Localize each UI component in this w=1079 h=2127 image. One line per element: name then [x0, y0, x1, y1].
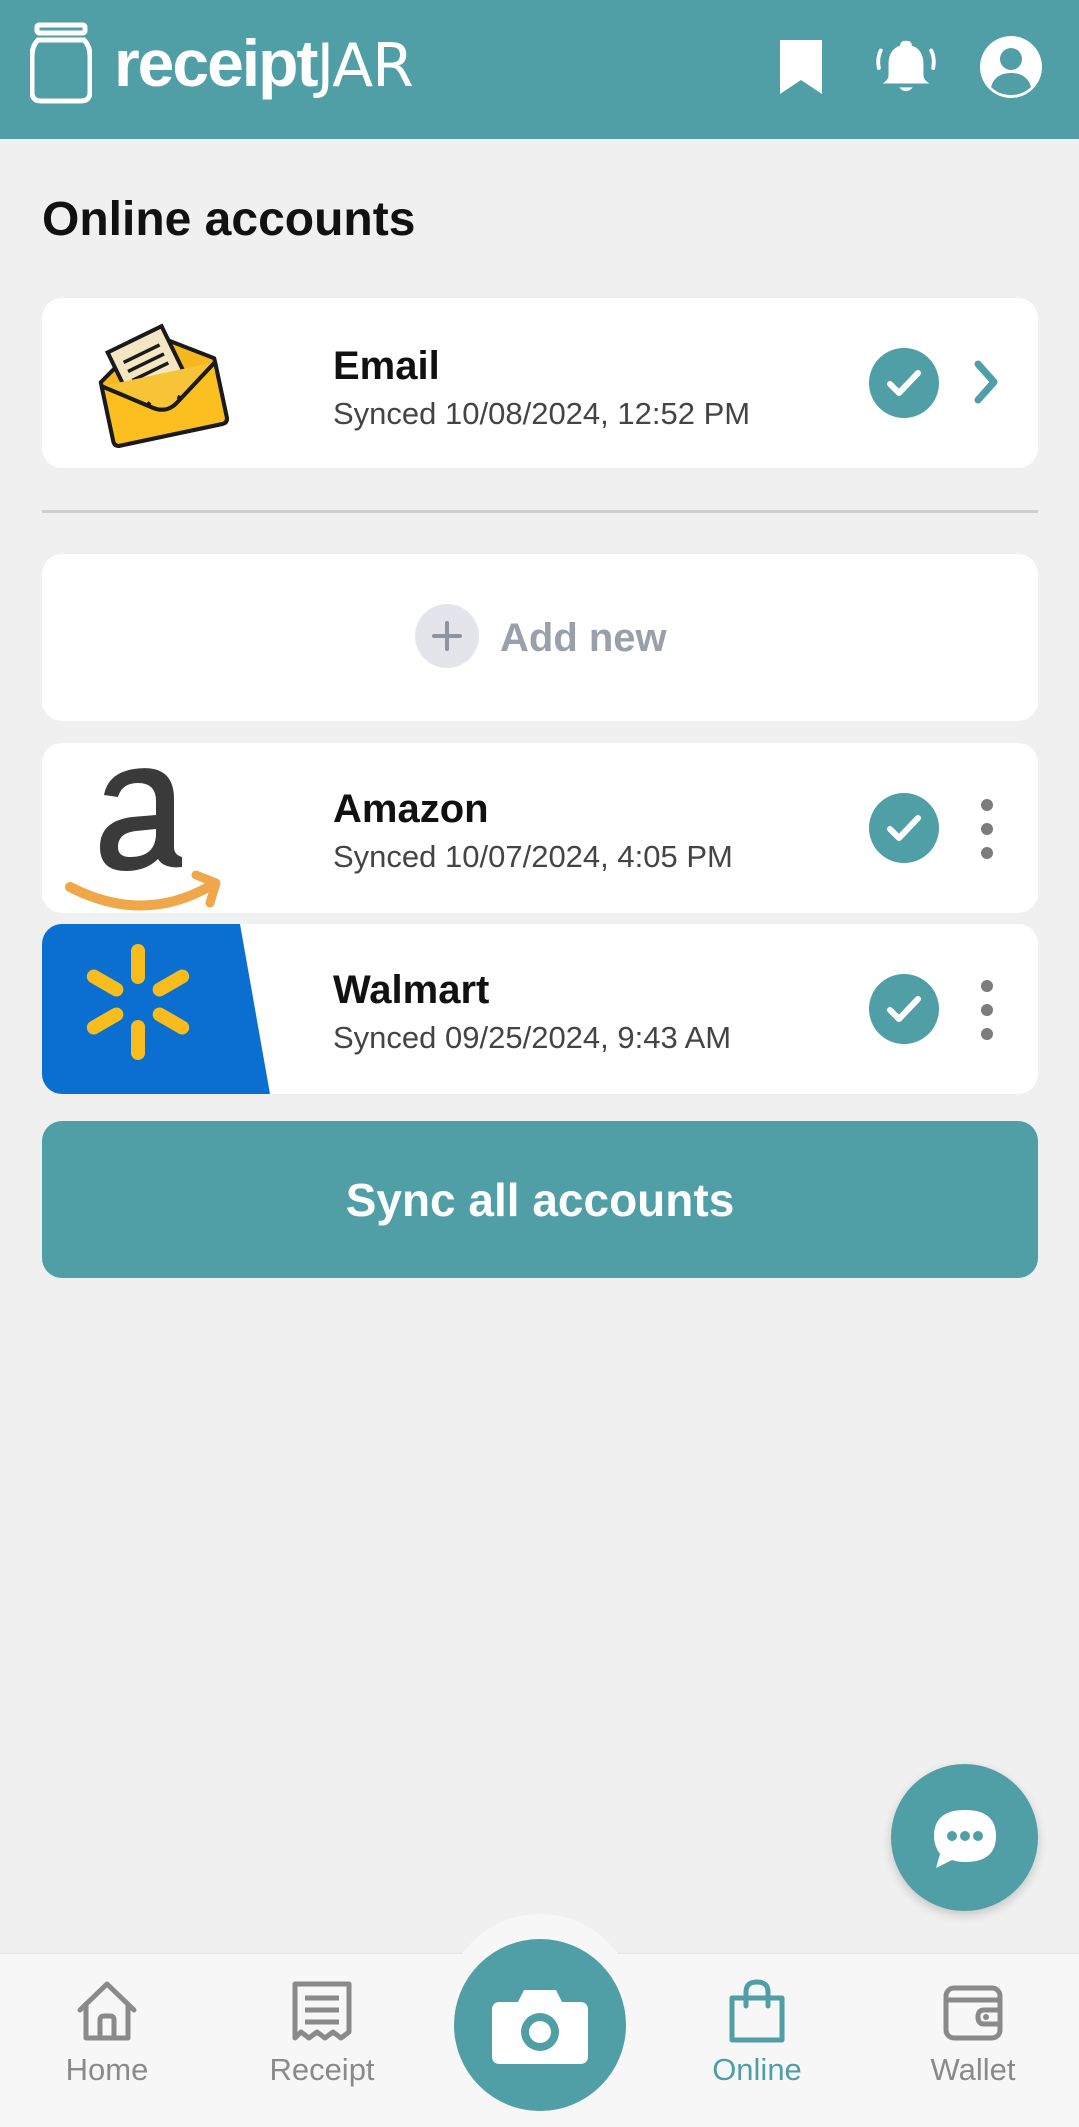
profile-icon[interactable] — [978, 34, 1044, 100]
app-logo[interactable]: receiptJAR — [30, 22, 414, 104]
camera-button[interactable] — [454, 1939, 626, 2111]
walmart-logo — [42, 924, 272, 1094]
account-sync-time: Synced 10/07/2024, 4:05 PM — [333, 839, 733, 874]
account-name: Email — [333, 344, 440, 388]
chevron-right-icon[interactable] — [970, 358, 1002, 411]
add-new-button[interactable]: Add new — [42, 554, 1038, 721]
check-icon — [869, 348, 939, 418]
page-title: Online accounts — [42, 193, 416, 246]
home-icon — [77, 1981, 137, 2041]
app-header: receiptJAR — [0, 0, 1079, 139]
nav-label: Online — [712, 2052, 802, 2087]
receipt-icon — [292, 1981, 352, 2041]
nav-online[interactable]: Online — [667, 1976, 847, 2088]
nav-label: Receipt — [269, 2052, 375, 2087]
email-account-card[interactable]: Email Synced 10/08/2024, 12:52 PM — [42, 298, 1038, 468]
more-options-icon[interactable] — [972, 799, 1002, 859]
account-sync-time: Synced 10/08/2024, 12:52 PM — [333, 396, 751, 431]
more-options-icon[interactable] — [972, 980, 1002, 1040]
logo-wordmark: receiptJAR — [114, 30, 414, 96]
account-card-amazon[interactable]: Amazon Synced 10/07/2024, 4:05 PM — [42, 743, 1038, 913]
nav-label: Wallet — [930, 2052, 1016, 2087]
shopping-bag-icon — [729, 1979, 785, 2043]
camera-icon — [492, 1990, 588, 2064]
nav-receipt[interactable]: Receipt — [232, 1976, 412, 2088]
jar-icon — [30, 22, 92, 104]
check-icon — [869, 974, 939, 1044]
chat-icon — [933, 1809, 996, 1868]
amazon-logo — [64, 743, 234, 913]
account-name: Walmart — [333, 968, 490, 1012]
nav-label: Home — [65, 2052, 149, 2087]
account-card-walmart[interactable]: Walmart Synced 09/25/2024, 9:43 AM — [42, 924, 1038, 1094]
add-new-label: Add new — [500, 616, 667, 660]
check-icon — [869, 793, 939, 863]
wallet-icon — [943, 1985, 1003, 2041]
chat-button[interactable] — [891, 1764, 1038, 1911]
sync-all-button[interactable]: Sync all accounts — [42, 1121, 1038, 1278]
logo-bold: receipt — [114, 26, 318, 100]
nav-wallet[interactable]: Wallet — [883, 1976, 1063, 2088]
account-sync-time: Synced 09/25/2024, 9:43 AM — [333, 1020, 732, 1055]
account-name: Amazon — [333, 787, 489, 831]
logo-thin: JAR — [316, 31, 413, 101]
plus-icon — [415, 604, 479, 668]
bookmark-icon[interactable] — [768, 34, 834, 100]
section-divider — [42, 510, 1038, 513]
nav-home[interactable]: Home — [17, 1976, 197, 2088]
bell-icon[interactable] — [873, 34, 939, 100]
envelope-icon — [88, 312, 232, 457]
